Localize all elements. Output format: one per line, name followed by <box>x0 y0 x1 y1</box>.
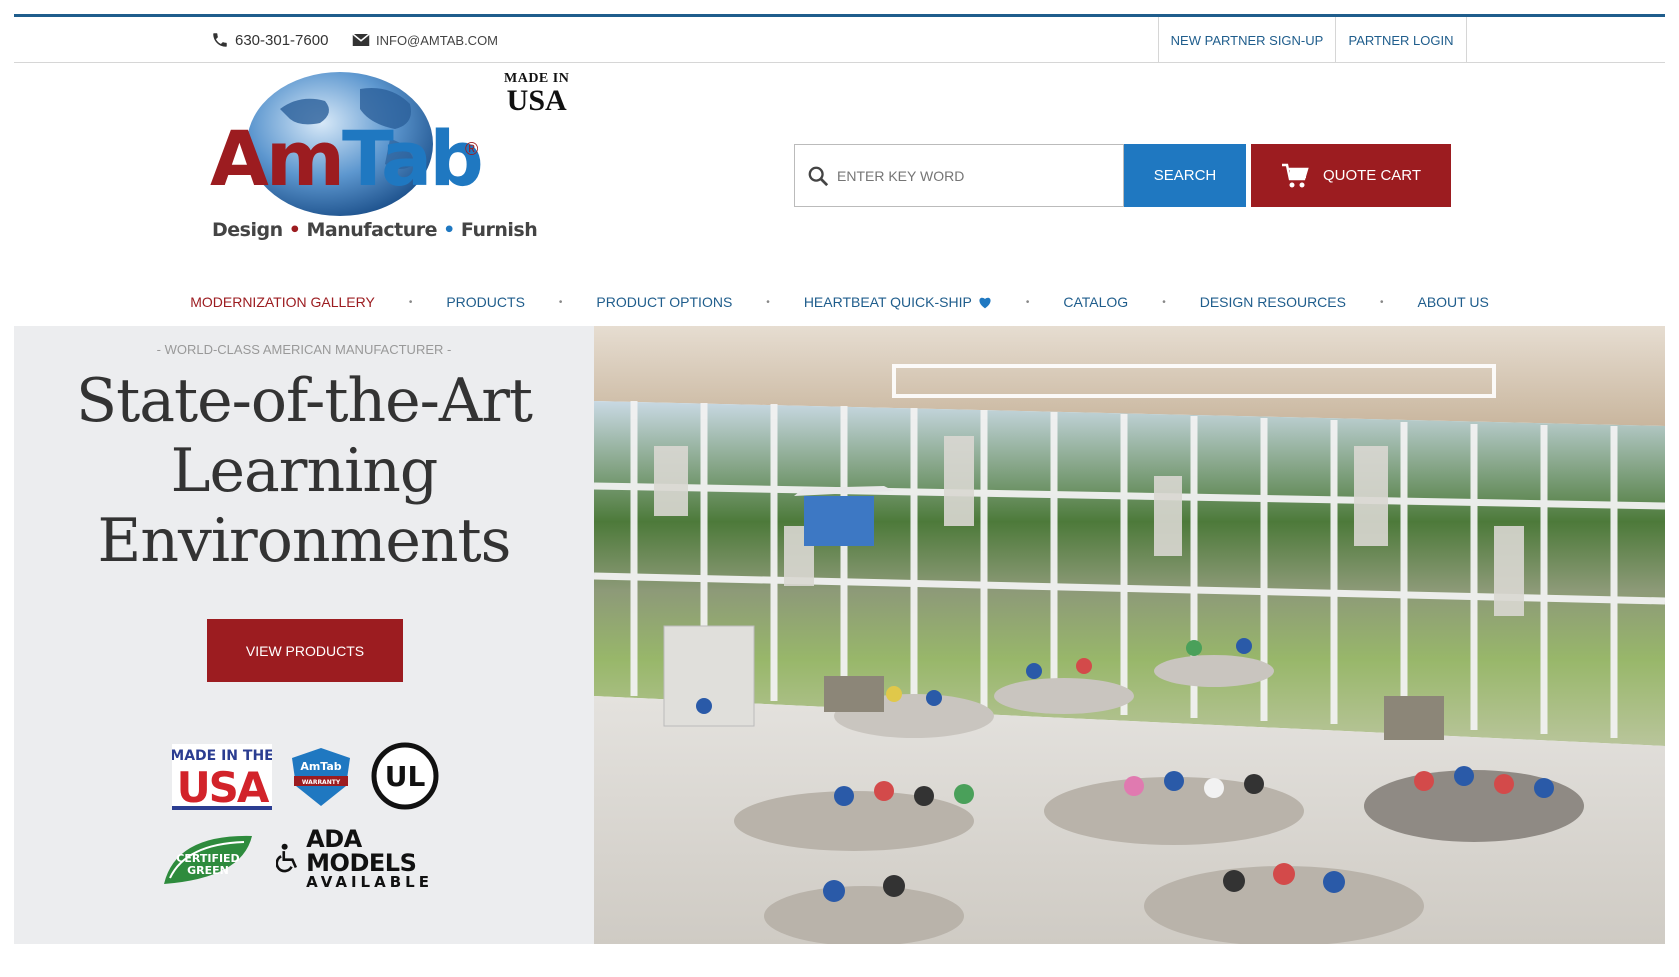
nav-catalog[interactable]: CATALOG <box>1029 294 1162 310</box>
search-icon <box>808 166 829 186</box>
logo-tab: Tab <box>342 114 484 203</box>
ada-models-badge: ADA MODELS AVAILABLE <box>276 827 456 889</box>
ul-certified-badge: UL <box>371 742 439 810</box>
view-products-button[interactable]: VIEW PRODUCTS <box>207 619 403 682</box>
logo-slogan: Design • Manufacture • Furnish <box>212 219 538 241</box>
made-in-the-usa-badge: MADE IN THE USA <box>170 744 274 812</box>
email-link[interactable]: INFO@AMTAB.COM <box>352 17 498 63</box>
search-button[interactable]: SEARCH <box>1124 144 1246 207</box>
made-in-usa-mark: MADE IN USA <box>504 71 570 117</box>
nav-product-options[interactable]: PRODUCT OPTIONS <box>562 294 766 310</box>
quote-cart-label: QUOTE CART <box>1322 167 1422 184</box>
partner-login-link[interactable]: PARTNER LOGIN <box>1335 17 1467 63</box>
logo-am: Am <box>210 114 345 203</box>
envelope-icon <box>352 33 370 46</box>
phone-icon <box>213 33 227 47</box>
heart-icon <box>979 297 991 308</box>
main-nav: MODERNIZATION GALLERY • PRODUCTS • PRODU… <box>14 284 1665 320</box>
amtab-warranty-badge: AmTab WARRANTY <box>288 746 354 808</box>
search-box[interactable] <box>794 144 1124 207</box>
hero-cafeteria-photo <box>594 326 1665 944</box>
registered-mark: ® <box>465 139 479 159</box>
new-partner-signup-link[interactable]: NEW PARTNER SIGN-UP <box>1158 17 1335 63</box>
nav-products[interactable]: PRODUCTS <box>412 294 559 310</box>
svg-text:WARRANTY: WARRANTY <box>302 779 341 786</box>
svg-text:UL: UL <box>385 760 426 793</box>
hero-headline: State-of-the-Art Learning Environments <box>75 366 533 576</box>
svg-text:MADE IN THE: MADE IN THE <box>172 748 272 764</box>
phone-link[interactable]: 630-301-7600 <box>211 17 328 63</box>
svg-text:USA: USA <box>177 763 270 810</box>
svg-text:AmTab: AmTab <box>300 760 341 773</box>
cafeteria-scene-image <box>594 326 1665 944</box>
nav-design-resources[interactable]: DESIGN RESOURCES <box>1166 294 1380 310</box>
quote-cart-button[interactable]: QUOTE CART <box>1251 144 1451 207</box>
phone-number: 630-301-7600 <box>235 31 329 49</box>
cart-icon <box>1281 163 1309 187</box>
nav-modernization-gallery[interactable]: MODERNIZATION GALLERY <box>156 294 409 310</box>
nav-about-us[interactable]: ABOUT US <box>1383 294 1522 310</box>
hero-text-panel: - WORLD-CLASS AMERICAN MANUFACTURER - St… <box>14 326 594 944</box>
page: 630-301-7600 INFO@AMTAB.COM NEW PARTNER … <box>14 14 1665 944</box>
hero-tagline: - WORLD-CLASS AMERICAN MANUFACTURER - <box>156 342 452 357</box>
top-bar: 630-301-7600 INFO@AMTAB.COM NEW PARTNER … <box>14 14 1665 63</box>
svg-text:GREEN: GREEN <box>187 864 229 877</box>
certified-green-badge: CERTIFIED GREEN <box>156 826 264 894</box>
nav-heartbeat-quick-ship[interactable]: HEARTBEAT QUICK-SHIP <box>770 294 1026 310</box>
email-address: INFO@AMTAB.COM <box>376 32 499 48</box>
search-input[interactable] <box>837 167 1097 184</box>
wheelchair-icon <box>276 843 298 873</box>
